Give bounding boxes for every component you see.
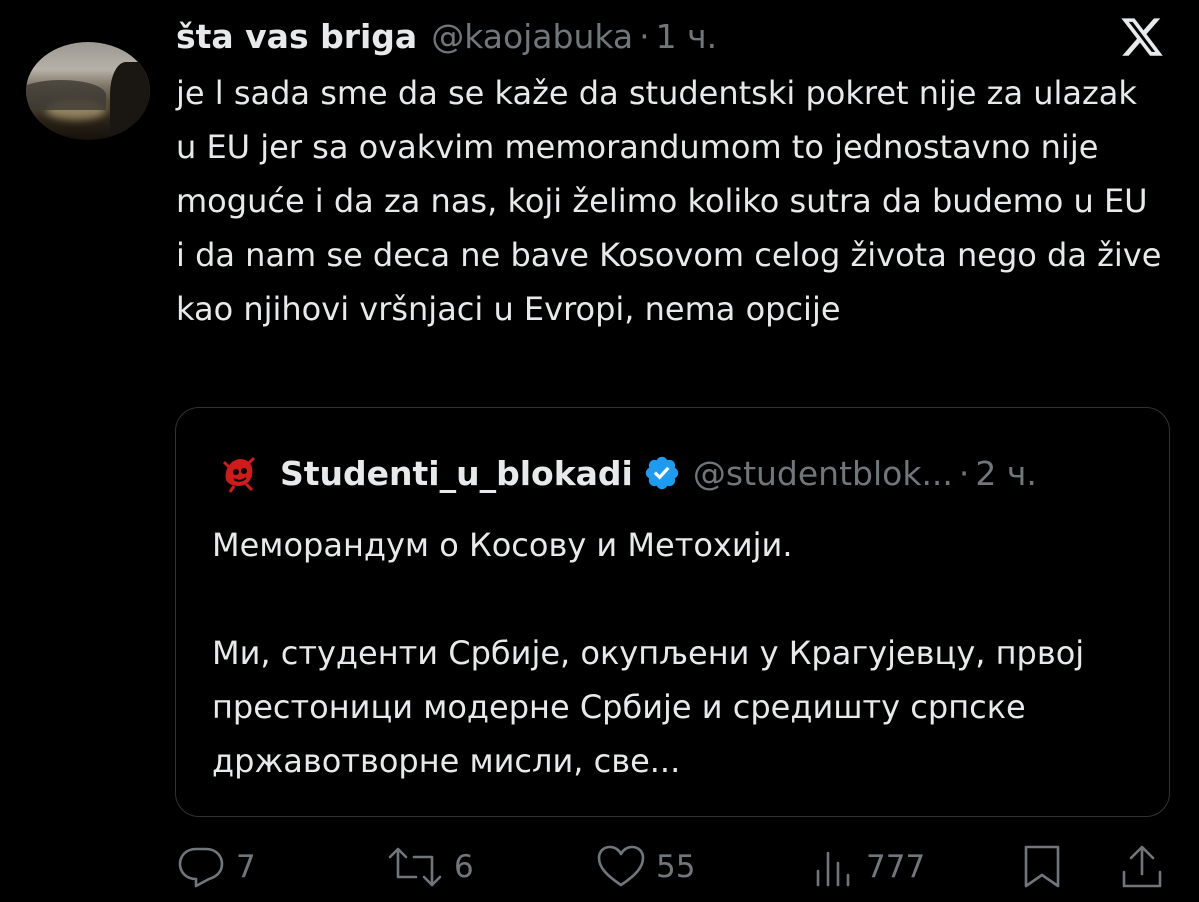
share-button[interactable] <box>1120 840 1164 894</box>
views-button[interactable]: 777 <box>812 840 925 894</box>
quoted-author-avatar[interactable] <box>216 450 262 496</box>
quoted-tweet-text: Меморандум о Косову и Метохији. Ми, студ… <box>212 526 1085 780</box>
author-name[interactable]: šta vas briga <box>176 17 417 56</box>
repost-count: 6 <box>454 849 474 885</box>
x-logo-icon <box>1121 18 1163 56</box>
tweet-time[interactable]: 1 ч. <box>656 17 717 56</box>
author-handle[interactable]: @kaojabuka <box>431 17 633 56</box>
tweet-text: je l sada sme da se kaže da studentski p… <box>176 74 1172 328</box>
reply-button[interactable]: 7 <box>176 840 256 894</box>
share-icon <box>1122 845 1162 888</box>
quoted-tweet-header: Studenti_u_blokadi @studentblok... · 2 ч… <box>216 450 1037 496</box>
repost-button[interactable]: 6 <box>386 840 474 894</box>
like-button[interactable]: 55 <box>596 840 695 894</box>
tweet-header: šta vas briga @kaojabuka · 1 ч. <box>176 12 717 60</box>
repost-icon <box>388 847 442 887</box>
reply-count: 7 <box>236 849 256 885</box>
verified-badge-icon <box>645 456 679 490</box>
author-avatar[interactable] <box>26 42 150 140</box>
quoted-separator-dot: · <box>958 453 970 493</box>
quoted-author-name[interactable]: Studenti_u_blokadi <box>280 454 633 493</box>
like-count: 55 <box>656 849 696 885</box>
quoted-tweet-time[interactable]: 2 ч. <box>975 454 1036 493</box>
tweet-actions: 7 6 55 777 <box>176 840 1166 894</box>
reply-icon <box>178 847 224 888</box>
like-icon <box>597 845 645 887</box>
bookmark-icon <box>1024 845 1060 888</box>
quoted-tweet[interactable]: Studenti_u_blokadi @studentblok... · 2 ч… <box>175 407 1170 817</box>
bookmark-button[interactable] <box>1022 840 1062 894</box>
views-count: 777 <box>866 849 926 885</box>
quoted-author-handle[interactable]: @studentblok... <box>693 454 953 493</box>
views-icon <box>816 851 850 887</box>
separator-dot: · <box>639 16 650 56</box>
